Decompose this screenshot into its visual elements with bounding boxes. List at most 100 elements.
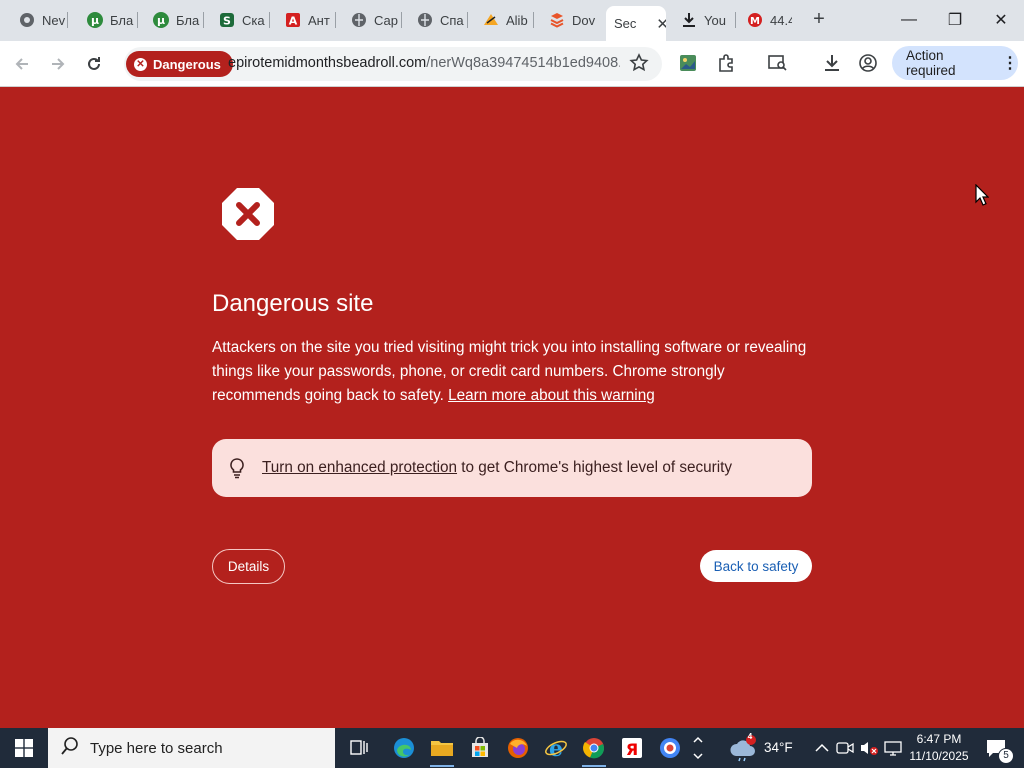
url-text[interactable]: epirotemidmonthsbeadroll.com/nerWq8a3947… bbox=[228, 55, 620, 71]
forward-arrow-icon[interactable] bbox=[46, 52, 70, 76]
notification-count: 5 bbox=[998, 748, 1014, 764]
promo-text: Turn on enhanced protection to get Chrom… bbox=[262, 459, 732, 477]
tab-label: Спа bbox=[440, 12, 464, 28]
downloads-icon[interactable] bbox=[820, 51, 844, 75]
utorrent-icon: µ bbox=[152, 11, 170, 29]
close-window-button[interactable]: ✕ bbox=[978, 8, 1024, 32]
tab-search-icon[interactable] bbox=[766, 51, 790, 75]
antivirus-icon: A bbox=[284, 11, 302, 29]
tab-label: Alib bbox=[506, 12, 528, 28]
tab-label: 44.4 bbox=[770, 12, 792, 28]
chrome-alt-icon[interactable] bbox=[654, 732, 686, 764]
svg-text:S: S bbox=[223, 15, 231, 28]
m-site-icon: M bbox=[746, 11, 764, 29]
svg-text:µ: µ bbox=[91, 14, 99, 27]
enhanced-protection-link[interactable]: Turn on enhanced protection bbox=[262, 459, 457, 476]
chrome-taskbar-icon[interactable] bbox=[578, 732, 610, 767]
volume-muted-icon[interactable] bbox=[856, 732, 882, 764]
tab-11[interactable]: You bbox=[680, 6, 736, 34]
action-required-button[interactable]: Action required ⋮ bbox=[892, 46, 1018, 80]
tab-4[interactable]: S Ска bbox=[218, 6, 270, 34]
firefox-icon[interactable] bbox=[502, 732, 534, 764]
mouse-cursor-icon bbox=[975, 183, 990, 206]
windows-taskbar: Type here to search e Я 4 34°F 6:47 PM 1… bbox=[0, 728, 1024, 768]
weather-temperature: 34°F bbox=[764, 740, 793, 755]
tab-label: Ант bbox=[308, 12, 330, 28]
edge-icon[interactable] bbox=[388, 732, 420, 764]
weather-badge: 4 bbox=[747, 732, 753, 741]
learn-more-link[interactable]: Learn more about this warning bbox=[448, 387, 655, 404]
details-button[interactable]: Details bbox=[212, 549, 285, 584]
tab-label: Nev bbox=[42, 12, 66, 28]
reload-icon[interactable] bbox=[82, 52, 106, 76]
chip-label: Dangerous bbox=[153, 56, 221, 72]
chrome-icon bbox=[18, 11, 36, 29]
minimize-button[interactable]: — bbox=[886, 8, 932, 32]
tab-label: You bbox=[704, 12, 726, 28]
promo-rest-text: to get Chrome's highest level of securit… bbox=[457, 459, 733, 476]
dangerous-site-chip[interactable]: ✕ Dangerous bbox=[126, 51, 233, 77]
store-icon[interactable] bbox=[464, 732, 496, 764]
internet-explorer-icon[interactable]: e bbox=[540, 732, 572, 764]
extensions-puzzle-icon[interactable] bbox=[714, 51, 738, 75]
warning-description: Attackers on the site you tried visiting… bbox=[212, 336, 817, 408]
action-required-label: Action required bbox=[906, 48, 956, 78]
page-title: Dangerous site bbox=[212, 290, 374, 317]
restore-button[interactable]: ❐ bbox=[932, 8, 978, 32]
tab-3[interactable]: µ Бла bbox=[152, 6, 204, 34]
aliexpress-icon bbox=[482, 11, 500, 29]
more-menu-icon[interactable]: ⋮ bbox=[1002, 53, 1018, 73]
tab-label: Бла bbox=[110, 12, 134, 28]
windows-start-icon[interactable] bbox=[0, 728, 48, 768]
profile-avatar-icon[interactable] bbox=[856, 51, 880, 75]
utorrent-icon: µ bbox=[86, 11, 104, 29]
tab-label: Sec bbox=[614, 16, 637, 31]
tab-12[interactable]: M 44.4 bbox=[746, 6, 792, 34]
search-placeholder: Type here to search bbox=[90, 739, 223, 757]
svg-text:e: e bbox=[549, 736, 563, 760]
toolbar: ✕ Dangerous epirotemidmonthsbeadroll.com… bbox=[0, 41, 1024, 87]
tab-label: Ска bbox=[242, 12, 265, 28]
new-tab-button[interactable]: + bbox=[808, 8, 830, 30]
bookmark-star-icon[interactable] bbox=[629, 53, 651, 75]
url-path: /nerWq8a39474514b1ed9408... bbox=[426, 55, 620, 71]
svg-text:µ: µ bbox=[157, 14, 165, 27]
taskbar-search-box[interactable]: Type here to search bbox=[48, 728, 335, 768]
weather-icon[interactable]: 4 bbox=[728, 732, 760, 764]
system-clock[interactable]: 6:47 PM 11/10/2025 bbox=[903, 731, 975, 765]
address-bar[interactable]: ✕ Dangerous epirotemidmonthsbeadroll.com… bbox=[124, 47, 662, 81]
tab-8[interactable]: Alib bbox=[482, 6, 534, 34]
tab-6[interactable]: Сар bbox=[350, 6, 402, 34]
enhanced-protection-promo: Turn on enhanced protection to get Chrom… bbox=[212, 439, 812, 497]
clock-date: 11/10/2025 bbox=[909, 749, 969, 763]
task-view-icon[interactable] bbox=[344, 732, 376, 764]
back-arrow-icon[interactable] bbox=[10, 52, 34, 76]
download-icon bbox=[680, 11, 698, 29]
tab-2[interactable]: µ Бла bbox=[86, 6, 138, 34]
danger-octagon-icon bbox=[220, 186, 276, 242]
tab-5[interactable]: A Ант bbox=[284, 6, 336, 34]
tab-9[interactable]: Dov bbox=[548, 6, 602, 34]
svg-text:Я: Я bbox=[626, 740, 638, 759]
s-site-icon: S bbox=[218, 11, 236, 29]
extension-image-icon[interactable] bbox=[676, 51, 700, 75]
notifications-icon[interactable]: 5 bbox=[980, 732, 1014, 764]
back-to-safety-button[interactable]: Back to safety bbox=[700, 550, 812, 582]
search-icon bbox=[60, 736, 80, 761]
svg-text:A: A bbox=[289, 15, 298, 28]
file-explorer-icon[interactable] bbox=[426, 732, 458, 767]
clock-time: 6:47 PM bbox=[916, 732, 962, 746]
error-icon: ✕ bbox=[134, 57, 147, 71]
yandex-icon[interactable]: Я bbox=[616, 732, 648, 764]
globe-icon bbox=[350, 11, 368, 29]
tab-label: Бла bbox=[176, 12, 200, 28]
tab-7[interactable]: Спа bbox=[416, 6, 468, 34]
taskbar-scroll-icon[interactable] bbox=[688, 732, 708, 764]
url-host: epirotemidmonthsbeadroll.com bbox=[228, 55, 427, 71]
tab-1[interactable]: Nev bbox=[18, 6, 68, 34]
close-tab-icon[interactable]: ✕ bbox=[656, 15, 666, 33]
tab-label: Dov bbox=[572, 12, 596, 28]
meet-now-icon[interactable] bbox=[832, 732, 858, 764]
svg-text:M: M bbox=[750, 16, 760, 27]
tab-active[interactable]: Sec ✕ bbox=[606, 6, 666, 41]
